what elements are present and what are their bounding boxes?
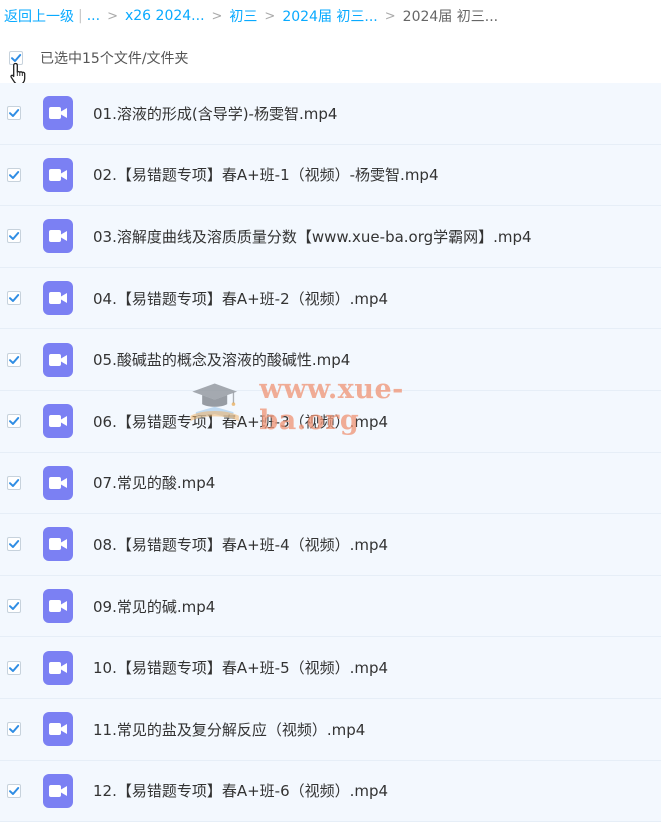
breadcrumb-item-x26[interactable]: x26 2024...: [125, 8, 205, 24]
file-checkbox[interactable]: [7, 475, 21, 490]
video-file-icon: [43, 219, 73, 254]
file-name[interactable]: 04.【易错题专项】春A+班-2（视频）.mp4: [93, 288, 388, 309]
breadcrumb-ellipsis[interactable]: ...: [87, 8, 100, 24]
video-file-icon: [43, 404, 73, 439]
file-checkbox[interactable]: [7, 783, 21, 798]
file-name[interactable]: 08.【易错题专项】春A+班-4（视频）.mp4: [93, 534, 388, 555]
file-row[interactable]: 01.溶液的形成(含导学)-杨雯智.mp4: [0, 83, 661, 145]
video-file-icon: [43, 712, 73, 747]
file-row[interactable]: 10.【易错题专项】春A+班-5（视频）.mp4: [0, 637, 661, 699]
video-file-icon: [43, 342, 73, 377]
file-checkbox[interactable]: [7, 414, 21, 429]
checkmark-icon: [9, 725, 20, 734]
file-name[interactable]: 10.【易错题专项】春A+班-5（视频）.mp4: [93, 657, 388, 678]
file-row[interactable]: 12.【易错题专项】春A+班-6（视频）.mp4: [0, 760, 661, 822]
file-name[interactable]: 12.【易错题专项】春A+班-6（视频）.mp4: [93, 780, 388, 801]
file-row[interactable]: 05.酸碱盐的概念及溶液的酸碱性.mp4: [0, 329, 661, 391]
breadcrumb: 返回上一级 | ... > x26 2024... > 初三 > 2024届 初…: [0, 0, 661, 32]
file-checkbox[interactable]: [7, 167, 21, 182]
checkmark-icon: [9, 540, 20, 549]
file-checkbox[interactable]: [7, 599, 21, 614]
chevron-right-icon: >: [264, 8, 276, 24]
checkmark-icon: [9, 786, 20, 795]
file-name[interactable]: 02.【易错题专项】春A+班-1（视频）-杨雯智.mp4: [93, 164, 439, 185]
checkmark-icon: [9, 478, 20, 487]
video-file-icon: [43, 773, 73, 808]
file-row[interactable]: 08.【易错题专项】春A+班-4（视频）.mp4: [0, 514, 661, 576]
file-checkbox[interactable]: [7, 229, 21, 244]
selection-count-label: 已选中15个文件/文件夹: [40, 51, 189, 67]
breadcrumb-current: 2024届 初三...: [402, 9, 499, 25]
video-file-icon: [43, 527, 73, 562]
video-file-icon: [43, 281, 73, 316]
checkmark-icon: [9, 602, 20, 611]
checkmark-icon: [9, 170, 20, 179]
video-file-icon: [43, 465, 73, 500]
chevron-right-icon: >: [384, 8, 396, 24]
file-row[interactable]: 07.常见的酸.mp4: [0, 452, 661, 515]
checkmark-icon: [9, 663, 20, 672]
video-file-icon: [43, 589, 73, 624]
file-row[interactable]: 11.常见的盐及复分解反应（视频）.mp4: [0, 698, 661, 761]
file-row[interactable]: 06.【易错题专项】春A+班-3（视频）.mp4: [0, 390, 661, 453]
file-row[interactable]: 02.【易错题专项】春A+班-1（视频）-杨雯智.mp4: [0, 144, 661, 207]
file-row[interactable]: 04.【易错题专项】春A+班-2（视频）.mp4: [0, 267, 661, 330]
checkmark-icon: [9, 355, 20, 364]
file-list: 01.溶液的形成(含导学)-杨雯智.mp4 02.【易错题专项】春A+班-1（视…: [0, 83, 661, 822]
file-name[interactable]: 09.常见的碱.mp4: [93, 596, 215, 617]
file-name[interactable]: 05.酸碱盐的概念及溶液的酸碱性.mp4: [93, 349, 350, 370]
breadcrumb-divider: |: [78, 8, 83, 24]
file-checkbox[interactable]: [7, 352, 21, 367]
back-link[interactable]: 返回上一级: [4, 6, 74, 26]
file-name[interactable]: 01.溶液的形成(含导学)-杨雯智.mp4: [93, 103, 337, 124]
checkmark-icon: [9, 417, 20, 426]
video-file-icon: [43, 157, 73, 192]
file-checkbox[interactable]: [7, 106, 21, 121]
file-checkbox[interactable]: [7, 291, 21, 306]
file-name[interactable]: 07.常见的酸.mp4: [93, 472, 215, 493]
video-file-icon: [43, 650, 73, 685]
file-checkbox[interactable]: [7, 660, 21, 675]
file-name[interactable]: 06.【易错题专项】春A+班-3（视频）.mp4: [93, 411, 388, 432]
checkmark-icon: [9, 232, 20, 241]
file-name[interactable]: 03.溶解度曲线及溶质质量分数【www.xue-ba.org学霸网】.mp4: [93, 226, 532, 247]
chevron-right-icon: >: [107, 8, 118, 24]
chevron-right-icon: >: [211, 8, 223, 24]
select-all-row: 已选中15个文件/文件夹: [0, 40, 661, 76]
breadcrumb-item-2024[interactable]: 2024届 初三...: [282, 6, 377, 26]
file-name[interactable]: 11.常见的盐及复分解反应（视频）.mp4: [93, 719, 365, 740]
video-file-icon: [43, 96, 73, 131]
file-checkbox[interactable]: [7, 537, 21, 552]
checkmark-icon: [9, 109, 20, 118]
breadcrumb-item-chusan[interactable]: 初三: [229, 6, 257, 26]
file-checkbox[interactable]: [7, 722, 21, 737]
file-row[interactable]: 03.溶解度曲线及溶质质量分数【www.xue-ba.org学霸网】.mp4: [0, 206, 661, 268]
file-row[interactable]: 09.常见的碱.mp4: [0, 575, 661, 638]
checkmark-icon: [9, 294, 20, 303]
